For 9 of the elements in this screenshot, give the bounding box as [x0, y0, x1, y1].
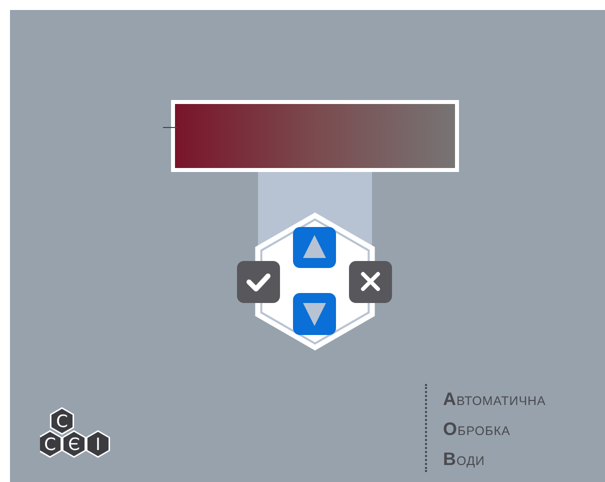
up-button[interactable] [293, 227, 336, 268]
close-button[interactable] [349, 261, 392, 303]
tick-mark [163, 127, 177, 128]
down-button[interactable] [293, 293, 336, 335]
tagline-word: ВОДИ [443, 448, 486, 471]
tagline-word: АВТОМАТИЧНА [443, 388, 546, 411]
tagline-word: ОБРОБКА [443, 418, 512, 441]
confirm-button[interactable] [237, 261, 280, 303]
logo-drawing: С С Є І [40, 406, 112, 460]
